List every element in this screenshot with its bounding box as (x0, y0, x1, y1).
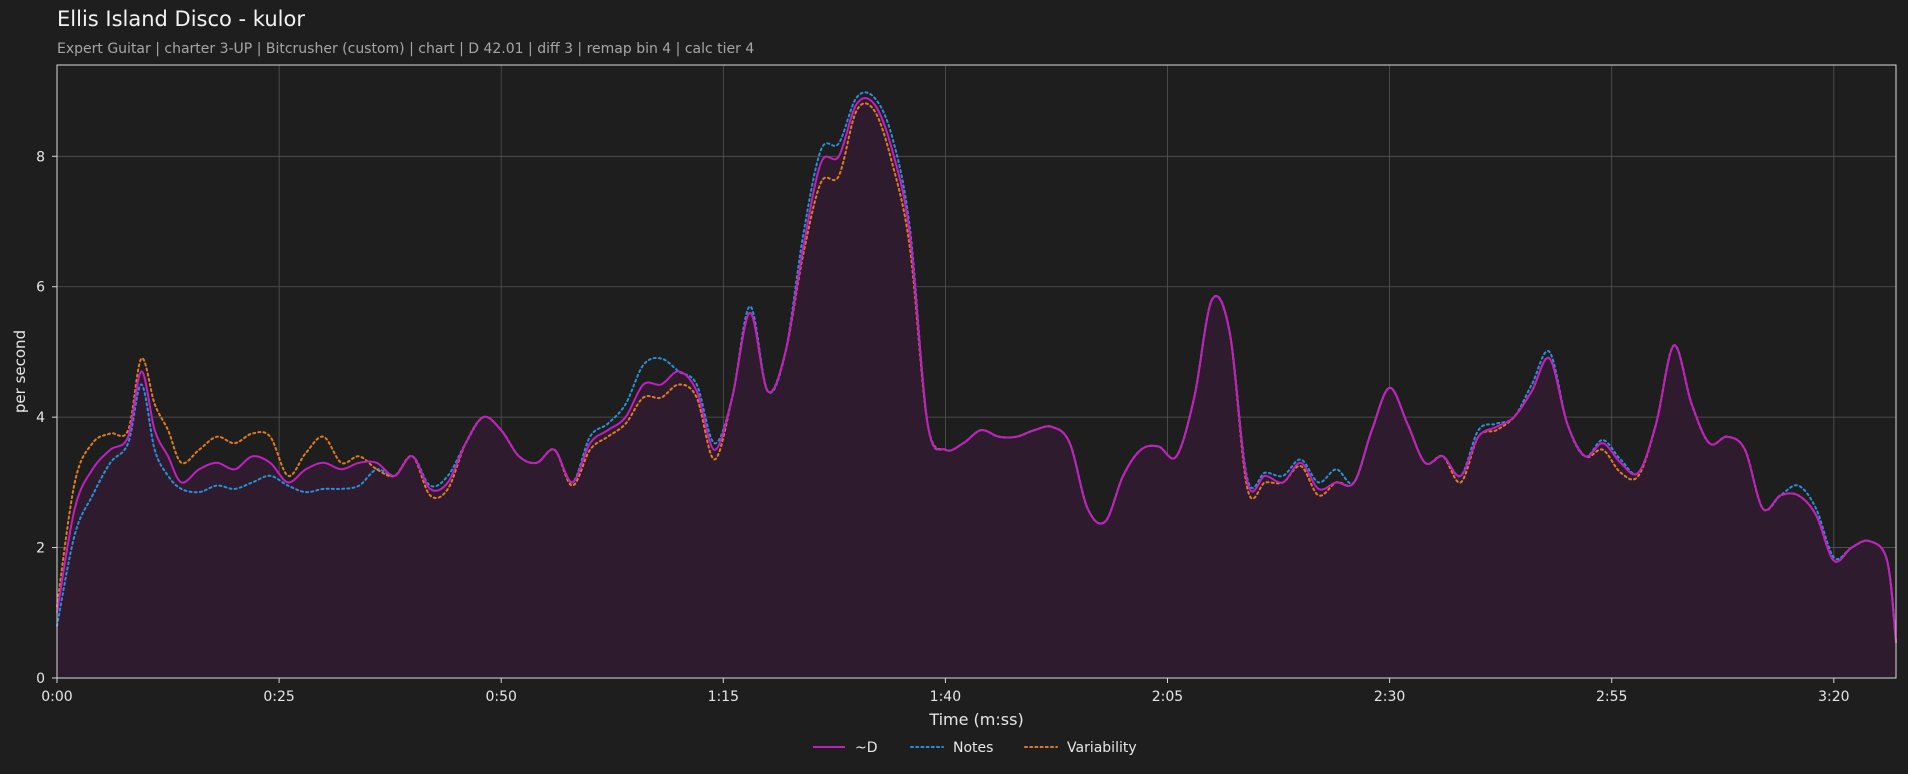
x-tick-label: 2:30 (1374, 689, 1405, 705)
area-layer (57, 97, 1896, 678)
chart-svg: 0:00 0:25 0:50 1:15 1:40 2:05 2:30 2:55 3:20 0 2 4 6… (11, 64, 1897, 756)
y-tick-label: 0 (36, 671, 45, 687)
y-tick-label: 4 (36, 410, 45, 426)
x-tick-label: 1:15 (708, 689, 739, 705)
x-tick-label: 0:25 (263, 689, 294, 705)
y-axis-label: per second (11, 330, 29, 413)
x-tick-label: 1:40 (930, 689, 961, 705)
x-tick-label: 0:50 (485, 689, 516, 705)
legend-label: ~D (855, 740, 878, 756)
legend-label: Notes (953, 740, 993, 756)
y-tick-label: 2 (36, 541, 45, 557)
legend: ~D Notes Variability (813, 740, 1137, 756)
chart-page: Ellis Island Disco - kulor Expert Guitar… (0, 0, 1908, 774)
d-area-fill (57, 97, 1896, 678)
y-tick-label: 8 (36, 149, 45, 165)
legend-label: Variability (1067, 740, 1137, 756)
x-tick-label: 3:20 (1818, 689, 1849, 705)
x-tick-label: 2:05 (1152, 689, 1183, 705)
x-tick-label: 0:00 (41, 689, 72, 705)
y-tick-label: 6 (36, 280, 45, 296)
x-tick-label: 2:55 (1596, 689, 1627, 705)
x-axis-label: Time (m:ss) (928, 710, 1023, 729)
